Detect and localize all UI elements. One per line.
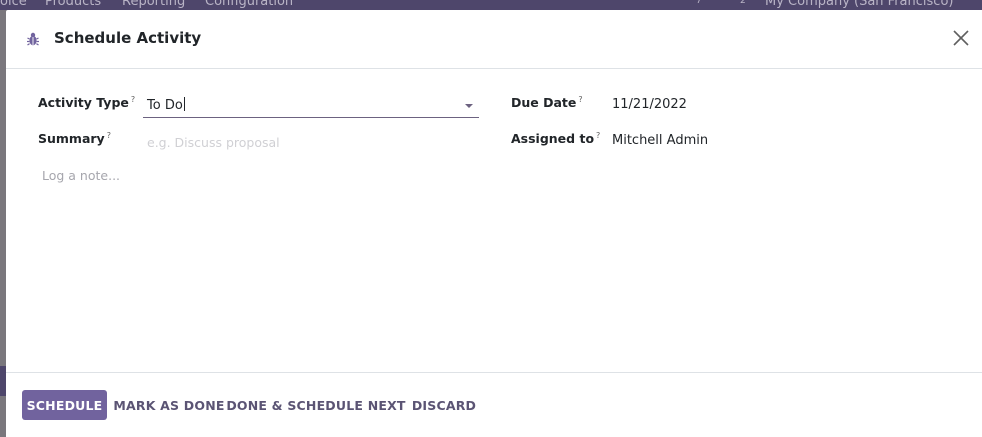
bg-messages-count: 7: [696, 0, 702, 6]
help-tooltip-icon[interactable]: ?: [131, 95, 135, 104]
schedule-button[interactable]: SCHEDULE: [22, 390, 107, 420]
summary-label: Summary?: [38, 131, 111, 146]
assigned-to-label-text: Assigned to: [511, 131, 595, 147]
assigned-to-field[interactable]: Mitchell Admin: [612, 133, 708, 148]
activity-type-select[interactable]: To Do: [143, 94, 479, 118]
bug-icon: [26, 31, 40, 47]
bg-activities-count: 2: [740, 0, 746, 6]
help-tooltip-icon[interactable]: ?: [596, 131, 600, 140]
assigned-to-label: Assigned to?: [511, 131, 600, 146]
bg-nav-item: Reporting: [122, 0, 186, 9]
bg-nav-item: Products: [45, 0, 102, 9]
bg-company-switcher: My Company (San Francisco): [765, 0, 954, 9]
due-date-label-text: Due Date: [511, 95, 577, 111]
dialog-header: Schedule Activity: [6, 10, 982, 69]
help-tooltip-icon[interactable]: ?: [578, 95, 582, 104]
activity-type-value-text: To Do: [147, 98, 183, 113]
done-schedule-next-button[interactable]: DONE & SCHEDULE NEXT: [226, 390, 405, 420]
mark-as-done-button[interactable]: MARK AS DONE: [113, 390, 224, 420]
help-tooltip-icon[interactable]: ?: [107, 131, 111, 140]
due-date-label: Due Date?: [511, 95, 583, 110]
dialog-footer: SCHEDULE MARK AS DONE DONE & SCHEDULE NE…: [6, 372, 982, 437]
schedule-activity-dialog: Schedule Activity Activity Type? To Do S…: [6, 10, 982, 437]
discard-button[interactable]: DISCARD: [412, 390, 476, 420]
activity-type-value: To Do: [147, 97, 185, 113]
summary-label-text: Summary: [38, 131, 105, 147]
bg-nav-item: Configuration: [205, 0, 294, 9]
summary-input[interactable]: [143, 131, 479, 153]
bg-nav-item: oice: [0, 0, 27, 9]
note-editor[interactable]: [36, 166, 966, 356]
due-date-field[interactable]: 11/21/2022: [612, 97, 687, 112]
background-navbar: oice Products Reporting Configuration 7 …: [0, 0, 982, 10]
dialog-title: Schedule Activity: [54, 29, 202, 47]
activity-type-label: Activity Type?: [38, 95, 135, 110]
activity-type-label-text: Activity Type: [38, 95, 129, 111]
close-icon[interactable]: [951, 28, 971, 48]
text-cursor: [183, 97, 185, 111]
chevron-down-icon[interactable]: [465, 104, 473, 108]
